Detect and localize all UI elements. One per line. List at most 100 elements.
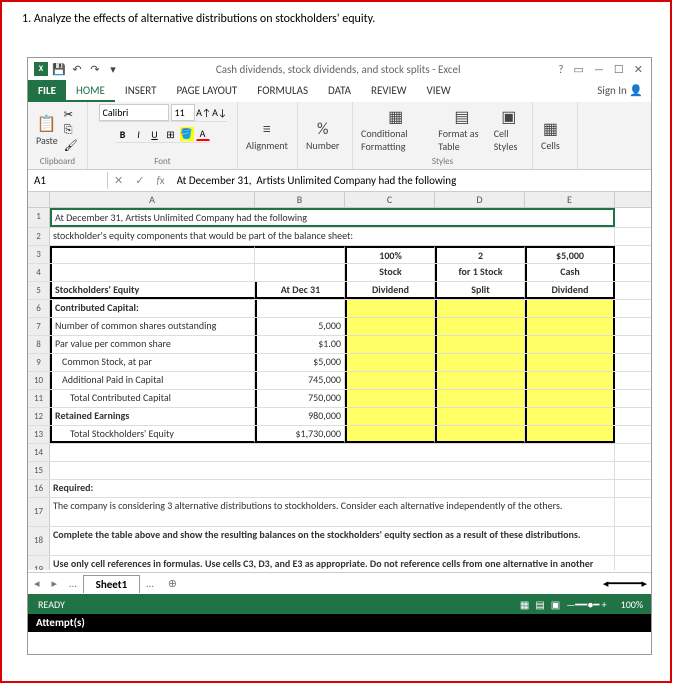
sheet-nav-prev[interactable]: ◂ xyxy=(28,577,46,590)
tab-page-layout[interactable]: PAGE LAYOUT xyxy=(166,80,247,102)
cell[interactable] xyxy=(525,318,615,335)
row-header[interactable]: 12 xyxy=(28,408,50,425)
cell[interactable]: At December 31, Artists Unlimited Compan… xyxy=(50,208,615,227)
sheet-nav-more2[interactable]: … xyxy=(140,577,160,590)
cell[interactable]: for 1 Stock xyxy=(435,264,525,281)
zoom-level[interactable]: 100% xyxy=(613,598,651,611)
help-icon[interactable]: ? xyxy=(558,63,563,76)
cell[interactable] xyxy=(345,372,435,389)
cell[interactable] xyxy=(255,264,345,281)
cell[interactable] xyxy=(255,246,345,263)
normal-view-icon[interactable]: ▦ xyxy=(520,598,529,611)
cell[interactable]: Common Stock, at par xyxy=(50,354,255,371)
row-header[interactable]: 2 xyxy=(28,228,50,245)
tab-review[interactable]: REVIEW xyxy=(361,80,417,102)
maximize-button[interactable]: ☐ xyxy=(614,63,624,76)
cell[interactable] xyxy=(50,444,615,461)
cell[interactable] xyxy=(50,462,615,479)
cell[interactable]: $5,000 xyxy=(525,246,615,263)
format-painter-icon[interactable]: 🖌 xyxy=(64,139,78,152)
cell[interactable] xyxy=(345,390,435,407)
cell[interactable]: At Dec 31 xyxy=(255,282,345,299)
tab-data[interactable]: DATA xyxy=(318,80,361,102)
row-header[interactable]: 16 xyxy=(28,480,50,497)
fill-color-button[interactable]: 🪣 xyxy=(180,127,194,141)
cell[interactable]: Contributed Capital: xyxy=(50,300,255,317)
cell[interactable]: Stock xyxy=(345,264,435,281)
cell[interactable] xyxy=(525,300,615,317)
cell[interactable] xyxy=(525,426,615,443)
row-header[interactable]: 7 xyxy=(28,318,50,335)
cells-button[interactable]: ▦Cells xyxy=(539,117,562,154)
row-header[interactable]: 17 xyxy=(28,498,50,526)
row-header[interactable]: 5 xyxy=(28,282,50,299)
cell[interactable]: 2 xyxy=(435,246,525,263)
sign-in-button[interactable]: Sign In 👤 xyxy=(589,80,651,102)
undo-icon[interactable]: ↶ xyxy=(70,62,84,76)
cell[interactable]: Split xyxy=(435,282,525,299)
col-header-d[interactable]: D xyxy=(435,192,525,207)
add-sheet-button[interactable]: ⊕ xyxy=(160,577,185,590)
cell-styles-button[interactable]: ▣Cell Styles xyxy=(492,105,526,155)
cell[interactable] xyxy=(255,300,345,317)
cell[interactable] xyxy=(435,318,525,335)
cell[interactable]: $5,000 xyxy=(255,354,345,371)
cell[interactable] xyxy=(525,390,615,407)
cell[interactable] xyxy=(50,264,255,281)
cell[interactable]: Stockholders' Equity xyxy=(50,282,255,299)
col-header-b[interactable]: B xyxy=(255,192,345,207)
fx-icon[interactable]: fx xyxy=(150,174,170,187)
cell[interactable]: $1.00 xyxy=(255,336,345,353)
cell[interactable] xyxy=(435,354,525,371)
close-button[interactable]: ✕ xyxy=(634,63,643,76)
page-break-view-icon[interactable]: ▣ xyxy=(551,598,560,611)
paste-button[interactable]: 📋Paste xyxy=(34,112,60,149)
cell[interactable]: stockholder's equity components that wou… xyxy=(50,228,615,245)
row-header[interactable]: 19 xyxy=(28,556,50,570)
cell[interactable] xyxy=(345,408,435,425)
cell[interactable]: Dividend xyxy=(345,282,435,299)
conditional-formatting-button[interactable]: ▦Conditional Formatting xyxy=(359,105,432,155)
cell[interactable]: 5,000 xyxy=(255,318,345,335)
col-header-a[interactable]: A xyxy=(50,192,255,207)
cell[interactable]: 745,000 xyxy=(255,372,345,389)
cell[interactable]: Dividend xyxy=(525,282,615,299)
row-header[interactable]: 4 xyxy=(28,264,50,281)
cell[interactable]: Complete the table above and show the re… xyxy=(50,527,615,555)
shrink-font-icon[interactable]: A↓ xyxy=(213,106,227,120)
cell[interactable] xyxy=(525,408,615,425)
horizontal-scroll[interactable]: ◂━━━━━▸ xyxy=(603,577,651,590)
redo-icon[interactable]: ↷ xyxy=(88,62,102,76)
cell[interactable] xyxy=(435,372,525,389)
minimize-button[interactable]: — xyxy=(594,63,604,76)
cancel-formula-icon[interactable]: ✕ xyxy=(108,174,129,187)
copy-icon[interactable]: ⎘ xyxy=(64,123,78,137)
format-as-table-button[interactable]: ▤Format as Table xyxy=(436,105,487,155)
cell[interactable]: 100% xyxy=(345,246,435,263)
borders-button[interactable]: ⊞ xyxy=(164,127,178,141)
cell[interactable] xyxy=(525,354,615,371)
tab-insert[interactable]: INSERT xyxy=(115,80,167,102)
name-box[interactable]: A1 xyxy=(28,172,108,189)
row-header[interactable]: 10 xyxy=(28,372,50,389)
cell[interactable]: The company is considering 3 alternative… xyxy=(50,498,615,526)
row-header[interactable]: 15 xyxy=(28,462,50,479)
cell[interactable] xyxy=(525,372,615,389)
font-color-button[interactable]: A xyxy=(196,127,210,141)
row-header[interactable]: 1 xyxy=(28,208,50,227)
cell[interactable]: Retained Earnings xyxy=(50,408,255,425)
cell[interactable] xyxy=(345,426,435,443)
formula-bar[interactable] xyxy=(171,172,651,189)
italic-button[interactable]: I xyxy=(132,127,146,141)
col-header-c[interactable]: C xyxy=(345,192,435,207)
row-header[interactable]: 3 xyxy=(28,246,50,263)
tab-file[interactable]: FILE xyxy=(28,80,66,102)
row-header[interactable]: 9 xyxy=(28,354,50,371)
cell[interactable]: Total Stockholders' Equity xyxy=(50,426,255,443)
cell[interactable]: Required: xyxy=(50,480,615,497)
enter-formula-icon[interactable]: ✓ xyxy=(129,174,150,187)
sheet-grid[interactable]: 1At December 31, Artists Unlimited Compa… xyxy=(28,208,651,570)
underline-button[interactable]: U xyxy=(148,127,162,141)
cell[interactable] xyxy=(435,426,525,443)
cell[interactable] xyxy=(435,408,525,425)
